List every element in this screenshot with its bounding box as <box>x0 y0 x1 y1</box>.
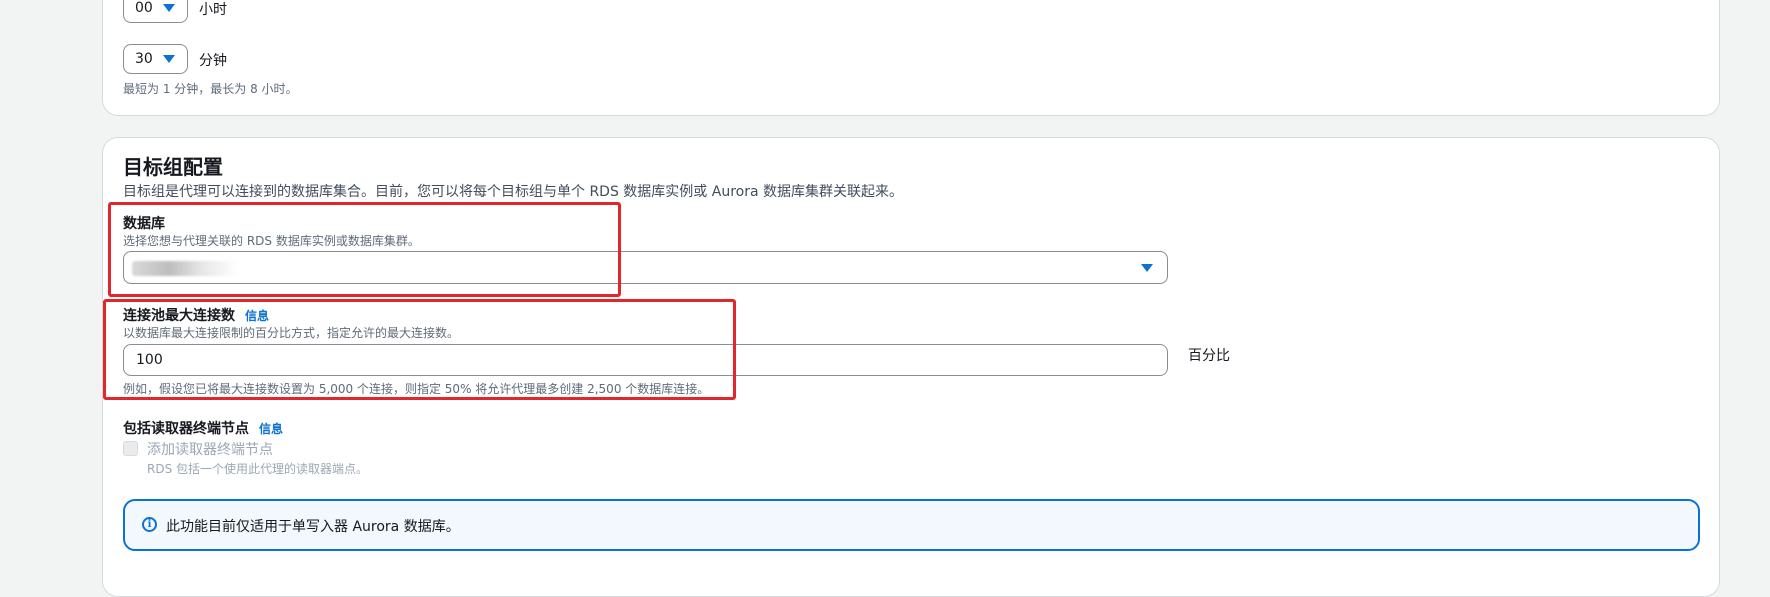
hours-select[interactable]: 00 <box>123 0 188 23</box>
section-description: 目标组是代理可以连接到的数据库集合。目前，您可以将每个目标组与单个 RDS 数据… <box>123 184 903 200</box>
duration-card <box>102 0 1720 116</box>
reader-endpoint-info-link[interactable]: 信息 <box>259 422 283 436</box>
add-reader-endpoint-checkbox[interactable] <box>123 441 138 456</box>
reader-endpoint-label: 包括读取器终端节点 信息 <box>123 418 283 438</box>
caret-down-icon <box>163 55 175 63</box>
duration-hint: 最短为 1 分钟，最长为 8 小时。 <box>123 82 298 96</box>
reader-endpoint-label-text: 包括读取器终端节点 <box>123 421 249 437</box>
caret-down-icon <box>163 4 175 12</box>
section-title: 目标组配置 <box>123 155 223 179</box>
hours-unit-label: 小时 <box>199 2 227 18</box>
percent-unit-label: 百分比 <box>1188 348 1230 364</box>
caret-down-icon <box>1141 264 1153 272</box>
info-icon: i <box>142 517 157 532</box>
minutes-value: 30 <box>135 51 153 67</box>
info-alert: i 此功能目前仅适用于单写入器 Aurora 数据库。 <box>123 499 1700 551</box>
hours-value: 00 <box>135 0 153 16</box>
annotation-highlight-database <box>108 202 621 297</box>
annotation-highlight-max-connections <box>103 299 736 400</box>
minutes-unit-label: 分钟 <box>199 53 227 69</box>
add-reader-endpoint-label: 添加读取器终端节点 <box>147 442 273 458</box>
minutes-select[interactable]: 30 <box>123 44 188 74</box>
alert-text: 此功能目前仅适用于单写入器 Aurora 数据库。 <box>166 519 460 535</box>
add-reader-endpoint-hint: RDS 包括一个使用此代理的读取器端点。 <box>147 462 369 476</box>
